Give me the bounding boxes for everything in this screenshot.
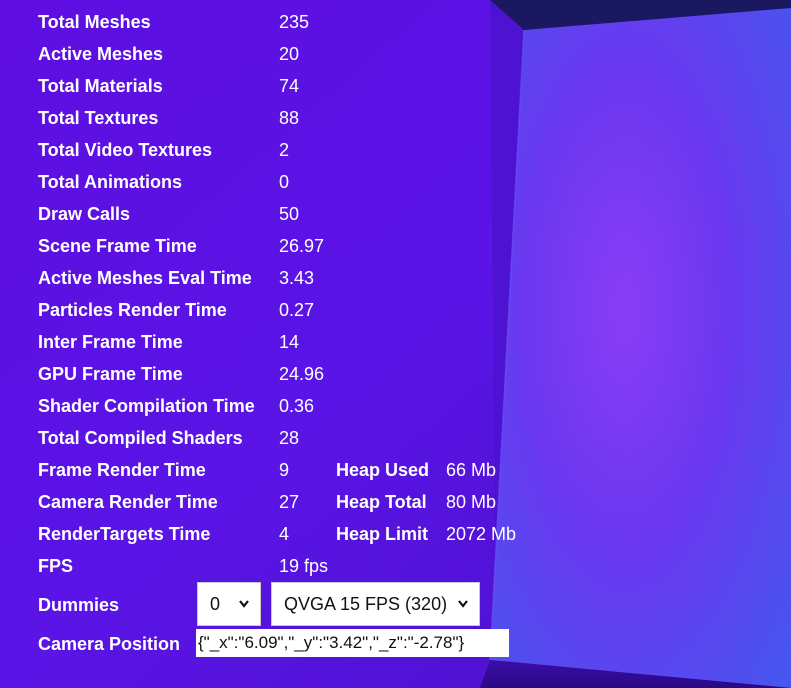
quality-select[interactable]: QVGA 15 FPS (320) bbox=[271, 582, 480, 626]
quality-value: QVGA 15 FPS (320) bbox=[284, 594, 448, 614]
heap-limit-value: 2072 Mb bbox=[446, 524, 517, 544]
stat-value: 27 bbox=[279, 492, 300, 512]
stat-value: 50 bbox=[279, 204, 300, 224]
stat-value: 0.36 bbox=[279, 396, 315, 416]
stat-label: Total Animations bbox=[38, 172, 182, 192]
stat-value: 2 bbox=[279, 140, 290, 160]
camera-position-label: Camera Position bbox=[38, 634, 181, 654]
dummies-count-value: 0 bbox=[210, 594, 221, 614]
stat-value: 3.43 bbox=[279, 268, 315, 288]
stat-value: 4 bbox=[279, 524, 290, 544]
heap-total-label: Heap Total bbox=[336, 492, 427, 512]
stat-value: 235 bbox=[279, 12, 310, 32]
heap-used-value: 66 Mb bbox=[446, 460, 497, 480]
dummies-label: Dummies bbox=[38, 595, 120, 615]
stat-label: Frame Render Time bbox=[38, 460, 206, 480]
stat-value: 28 bbox=[279, 428, 300, 448]
stat-label: RenderTargets Time bbox=[38, 524, 211, 544]
stat-label: Shader Compilation Time bbox=[38, 396, 255, 416]
stat-value: 88 bbox=[279, 108, 300, 128]
stat-value: 24.96 bbox=[279, 364, 325, 384]
stat-label: Total Textures bbox=[38, 108, 159, 128]
stat-value: 26.97 bbox=[279, 236, 325, 256]
stat-value: 74 bbox=[279, 76, 300, 96]
stat-label: Total Meshes bbox=[38, 12, 151, 32]
stats-panel: Total Meshes 235 Active Meshes 20 Total … bbox=[0, 0, 791, 688]
stat-value: 0 bbox=[279, 172, 290, 192]
heap-total-value: 80 Mb bbox=[446, 492, 497, 512]
stat-value: 20 bbox=[279, 44, 300, 64]
stat-label: Total Compiled Shaders bbox=[38, 428, 243, 448]
stat-label: Active Meshes bbox=[38, 44, 164, 64]
stat-label: Active Meshes Eval Time bbox=[38, 268, 252, 288]
heap-used-label: Heap Used bbox=[336, 460, 430, 480]
stat-label: Particles Render Time bbox=[38, 300, 227, 320]
stat-label: FPS bbox=[38, 556, 74, 576]
stat-value: 19 fps bbox=[279, 556, 329, 576]
stat-label: Camera Render Time bbox=[38, 492, 218, 512]
stat-value: 14 bbox=[279, 332, 300, 352]
stat-label: GPU Frame Time bbox=[38, 364, 183, 384]
heap-limit-label: Heap Limit bbox=[336, 524, 429, 544]
camera-position-field[interactable]: {"_x":"6.09","_y":"3.42","_z":"-2.78"} bbox=[196, 629, 509, 657]
stat-value: 0.27 bbox=[279, 300, 315, 320]
stat-label: Total Materials bbox=[38, 76, 163, 96]
stat-value: 9 bbox=[279, 460, 290, 480]
stat-label: Draw Calls bbox=[38, 204, 131, 224]
dummies-count-select[interactable]: 0 bbox=[197, 582, 261, 626]
stat-label: Scene Frame Time bbox=[38, 236, 197, 256]
stat-label: Total Video Textures bbox=[38, 140, 213, 160]
stat-label: Inter Frame Time bbox=[38, 332, 183, 352]
